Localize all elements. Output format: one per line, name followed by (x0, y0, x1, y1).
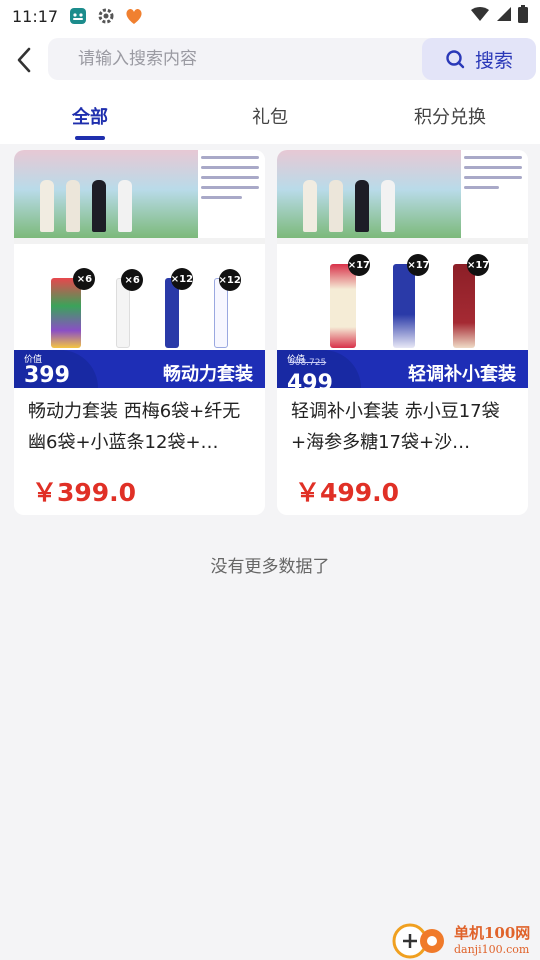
search-box: 搜索 (48, 38, 536, 80)
status-bar: 11:17 (0, 0, 540, 32)
search-button-label: 搜索 (474, 49, 513, 72)
search-button[interactable]: 搜索 (422, 38, 536, 80)
quantity-badge: ×17 (407, 254, 430, 276)
product-image: ×6 ×6 ×12 ×12 价值 399 畅动力套装 (14, 150, 265, 388)
chevron-left-icon (17, 47, 31, 73)
watermark-logo (388, 919, 450, 959)
product-pack-shots: ×17 ×17 ×17 (277, 252, 528, 348)
banner-set-name: 轻调补小套装 (408, 364, 516, 385)
promo-banner-strip: 价值 499 508.725 轻调补小套装 (277, 350, 528, 388)
header: 搜索 (0, 32, 540, 88)
product-price: ￥499.0 (295, 478, 400, 507)
product-card[interactable]: ×6 ×6 ×12 ×12 价值 399 畅动力套装 畅动力套装 西梅6袋+纤无… (14, 150, 265, 515)
tab-label: 全部 (72, 107, 108, 128)
product-grid: ×6 ×6 ×12 ×12 价值 399 畅动力套装 畅动力套装 西梅6袋+纤无… (14, 150, 528, 515)
no-more-data-text: 没有更多数据了 (210, 557, 330, 577)
promo-photo (14, 150, 198, 238)
promo-banner-strip: 价值 399 畅动力套装 (14, 350, 265, 388)
quantity-badge: ×17 (348, 254, 370, 276)
back-button[interactable] (2, 38, 46, 82)
android-robot-icon (68, 6, 88, 26)
banner-price: 价值 399 (14, 350, 98, 388)
wifi-icon (470, 6, 490, 26)
promo-info-text (201, 156, 259, 232)
tab-gift-pack[interactable]: 礼包 (180, 88, 360, 144)
banner-price: 价值 499 (277, 350, 361, 388)
tab-label: 礼包 (252, 107, 288, 128)
tab-points-exchange[interactable]: 积分兑换 (360, 88, 540, 144)
watermark-cn: 单机100网 (454, 924, 531, 942)
tab-all[interactable]: 全部 (0, 88, 180, 144)
site-watermark: 单机100网 danji100.com (388, 918, 540, 960)
product-price: ￥399.0 (32, 478, 137, 507)
product-title: 轻调补小套装 赤小豆17袋+海参多糖17袋+沙… (291, 401, 500, 453)
promo-info-text (464, 156, 522, 232)
search-icon (446, 50, 465, 69)
gear-icon (96, 6, 116, 26)
product-title: 畅动力套装 西梅6袋+纤无幽6袋+小蓝条12袋+… (28, 401, 241, 453)
quantity-badge: ×17 (467, 254, 489, 276)
status-time: 11:17 (12, 6, 59, 26)
signal-icon (496, 6, 512, 26)
tab-label: 积分兑换 (414, 107, 486, 128)
quantity-badge: ×12 (171, 268, 193, 290)
product-image: ×17 ×17 ×17 价值 499 508.725 轻调补小套装 (277, 150, 528, 388)
promo-photo (277, 150, 461, 238)
app-heart-icon (124, 6, 144, 26)
watermark-en: danji100.com (454, 943, 530, 956)
banner-set-name: 畅动力套装 (163, 364, 253, 385)
quantity-badge: ×6 (73, 268, 96, 290)
product-card[interactable]: ×17 ×17 ×17 价值 499 508.725 轻调补小套装 轻调补小套装… (277, 150, 528, 515)
search-input[interactable] (48, 38, 422, 80)
active-tab-indicator (75, 136, 105, 140)
category-tabs: 全部 礼包 积分兑换 (0, 88, 540, 144)
banner-original-price: 508.725 (289, 358, 327, 368)
quantity-badge: ×12 (218, 269, 241, 291)
quantity-badge: ×6 (121, 269, 144, 291)
product-pack-shots: ×6 ×6 ×12 ×12 (14, 252, 265, 348)
battery-icon (518, 5, 528, 27)
